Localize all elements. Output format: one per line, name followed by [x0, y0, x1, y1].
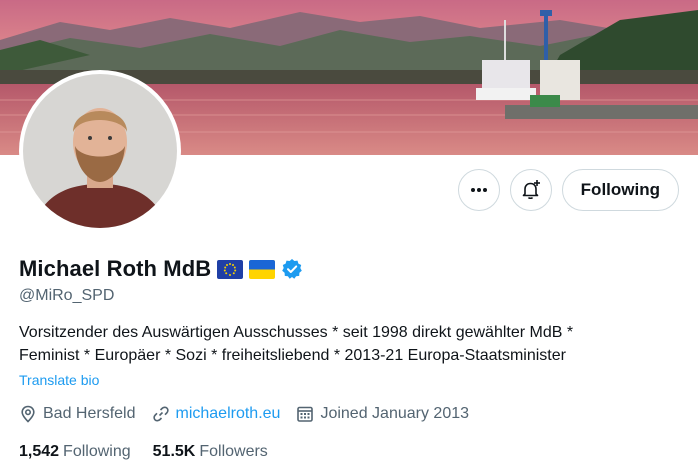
profile-stats: 1,542 Following 51.5K Followers [19, 443, 290, 461]
profile-name: Michael Roth MdB [19, 256, 212, 281]
followers-count: 51.5K [152, 443, 196, 460]
more-dots-icon [470, 188, 487, 192]
location-pin-icon [21, 405, 35, 423]
website-link[interactable]: michaelroth.eu [176, 405, 281, 423]
followers-count-link[interactable]: 51.5K Followers [153, 443, 268, 461]
translate-bio-link[interactable]: Translate bio [19, 372, 99, 388]
ukraine-flag-icon [249, 259, 276, 279]
location-text: Bad Hersfeld [43, 405, 136, 422]
joined-item: Joined January 2013 [296, 405, 469, 423]
verified-badge-icon[interactable] [281, 258, 303, 280]
profile-name-row: Michael Roth MdB [19, 256, 303, 282]
profile-handle: @MiRo_SPD [19, 287, 115, 304]
joined-text: Joined January 2013 [320, 405, 470, 422]
following-label: Following [63, 443, 131, 460]
bio-line: Vorsitzender des Auswärtigen Ausschusses… [19, 324, 574, 341]
following-count-link[interactable]: 1,542 Following [19, 443, 131, 461]
location-item: Bad Hersfeld [19, 405, 136, 423]
profile-bio: Vorsitzender des Auswärtigen Ausschusses… [19, 321, 689, 367]
profile-actions: Following [457, 169, 679, 211]
more-button[interactable] [457, 169, 500, 211]
notifications-button[interactable] [509, 169, 552, 211]
website-item: michaelroth.eu [152, 405, 281, 423]
eu-flag-icon [217, 259, 244, 279]
following-count: 1,542 [19, 443, 60, 460]
bio-line: Feminist * Europäer * Sozi * freiheitsli… [19, 347, 566, 364]
profile-meta: Bad Hersfeld michaelroth.eu Joined Janua… [19, 405, 485, 423]
calendar-icon [297, 406, 314, 422]
followers-label: Followers [199, 443, 268, 460]
avatar[interactable] [19, 70, 181, 232]
link-icon [152, 406, 169, 422]
following-button[interactable]: Following [561, 169, 679, 211]
bell-plus-icon [522, 180, 540, 200]
